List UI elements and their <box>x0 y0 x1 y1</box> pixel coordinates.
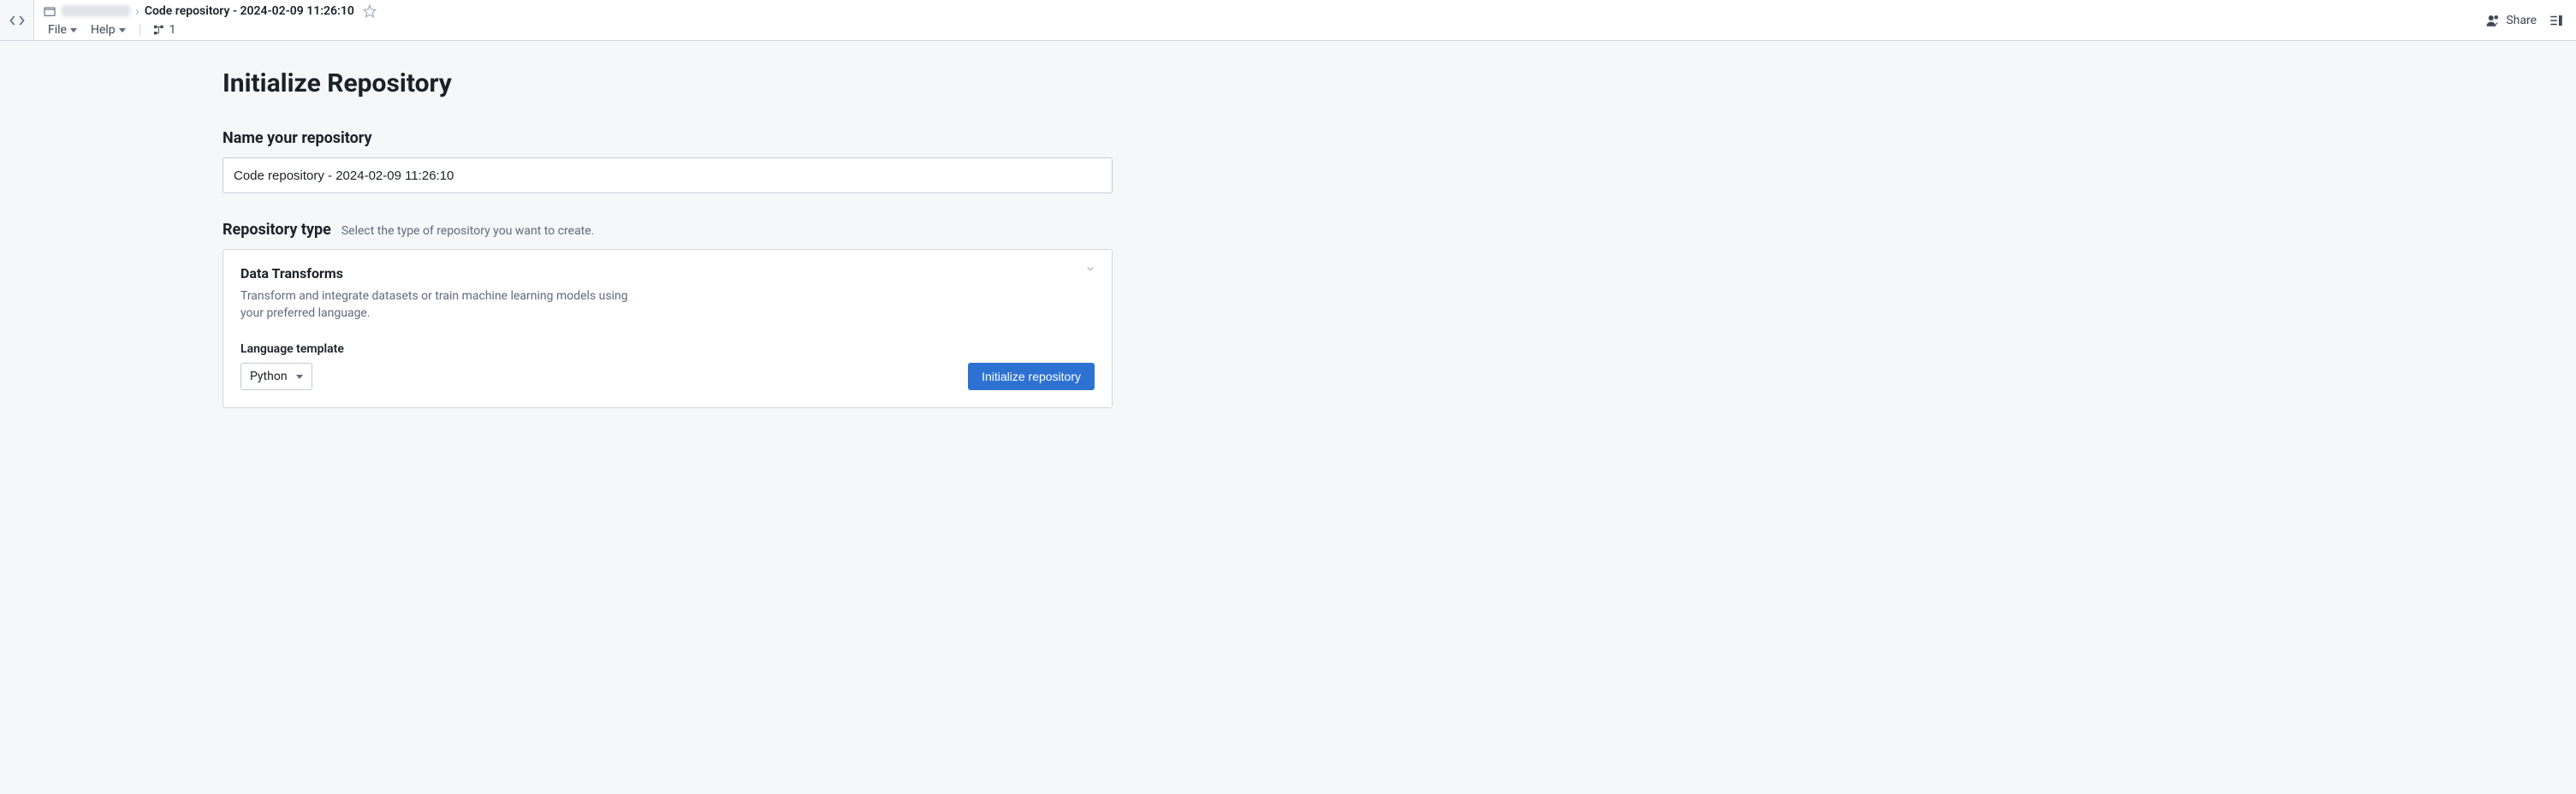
caret-down-icon <box>296 375 303 379</box>
menu-file-label: File <box>48 23 67 37</box>
breadcrumb-title[interactable]: Code repository - 2024-02-09 11:26:10 <box>145 4 354 18</box>
menu-bar: File Help 1 <box>43 21 2485 40</box>
people-icon <box>2485 13 2501 28</box>
share-label: Share <box>2506 14 2537 27</box>
card-footer: Language template Python Initialize repo… <box>240 342 1095 390</box>
favorite-star-icon[interactable] <box>363 4 377 18</box>
topbar-right: Share <box>2485 0 2576 40</box>
type-section-header: Repository type Select the type of repos… <box>223 221 1113 239</box>
initialize-repository-button[interactable]: Initialize repository <box>968 363 1095 390</box>
breadcrumb-parent-redacted[interactable] <box>62 5 130 17</box>
chevron-down-icon[interactable] <box>1084 262 1096 278</box>
content-inner: Initialize Repository Name your reposito… <box>223 68 1113 408</box>
caret-down-icon <box>119 28 126 33</box>
menu-help[interactable]: Help <box>86 21 131 39</box>
repo-type-card: Data Transforms Transform and integrate … <box>223 249 1113 408</box>
language-select[interactable]: Python <box>240 363 312 390</box>
breadcrumb-separator: › <box>135 4 139 18</box>
page-title: Initialize Repository <box>223 68 1113 98</box>
type-section-hint: Select the type of repository you want t… <box>341 224 595 238</box>
menu-file[interactable]: File <box>43 21 82 39</box>
share-button[interactable]: Share <box>2485 13 2537 28</box>
type-section-label: Repository type <box>223 221 331 239</box>
app-icon[interactable] <box>0 0 34 40</box>
content-area: Initialize Repository Name your reposito… <box>0 41 2576 794</box>
panel-toggle-icon[interactable] <box>2549 13 2564 28</box>
language-selected-value: Python <box>250 370 288 383</box>
card-title: Data Transforms <box>240 265 1095 281</box>
menu-help-label: Help <box>91 23 116 37</box>
card-description: Transform and integrate datasets or trai… <box>240 288 651 322</box>
topbar-main: › Code repository - 2024-02-09 11:26:10 … <box>34 0 2485 40</box>
branch-indicator[interactable]: 1 <box>149 21 180 39</box>
caret-down-icon <box>70 28 77 33</box>
menu-divider <box>139 24 140 36</box>
folder-icon <box>43 4 56 18</box>
language-field: Language template Python <box>240 342 344 390</box>
breadcrumb: › Code repository - 2024-02-09 11:26:10 <box>43 0 2485 21</box>
topbar: › Code repository - 2024-02-09 11:26:10 … <box>0 0 2576 41</box>
branches-icon <box>152 23 166 37</box>
name-section-label: Name your repository <box>223 129 1113 147</box>
repository-name-input[interactable] <box>223 157 1113 193</box>
language-template-label: Language template <box>240 342 344 356</box>
branch-count: 1 <box>169 23 176 37</box>
